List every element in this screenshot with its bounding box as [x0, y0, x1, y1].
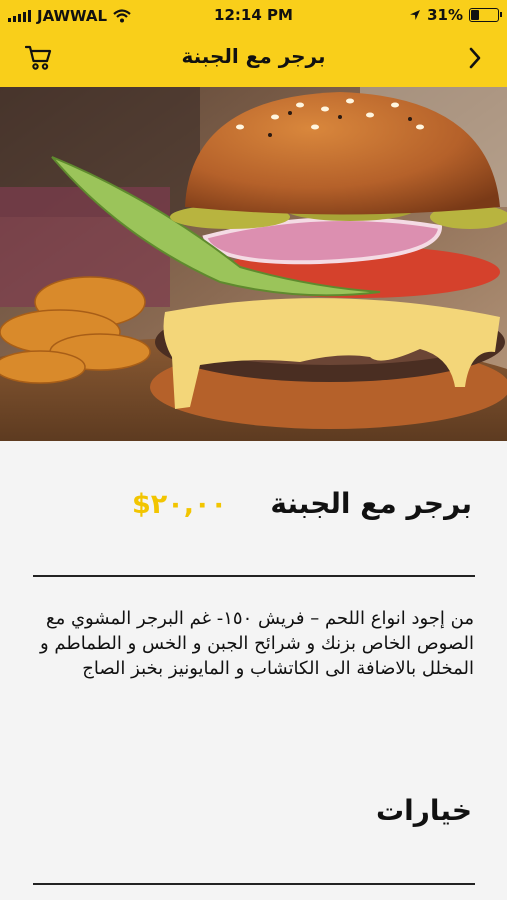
nav-bar: برجر مع الجبنة: [0, 30, 507, 87]
product-image: [0, 87, 507, 441]
cart-button[interactable]: [22, 42, 56, 74]
status-bar: JAWWAL 12:14 PM 31%: [0, 0, 507, 30]
product-description: من إجود انواع اللحم – فريش ١٥٠- غم البرج…: [40, 608, 474, 679]
cart-icon: [25, 45, 52, 70]
product-name: برجر مع الجبنة: [270, 487, 472, 520]
battery-percent: 31%: [427, 6, 463, 24]
top-bar: JAWWAL 12:14 PM 31% برجر مع الجبنة: [0, 0, 507, 87]
page-title: برجر مع الجبنة: [181, 44, 326, 68]
location-icon: [410, 10, 421, 20]
status-right: 31%: [409, 6, 502, 24]
divider: [33, 575, 475, 577]
divider: [33, 883, 475, 885]
battery-level: [471, 10, 480, 20]
options-heading: خيارات: [376, 794, 472, 827]
chevron-right-icon: [469, 47, 481, 69]
battery-icon: [469, 8, 502, 22]
product-price: ٢٠,٠٠$: [132, 489, 227, 520]
back-button[interactable]: [461, 42, 489, 74]
product-details: برجر مع الجبنة ٢٠,٠٠$ من إجود انواع اللح…: [0, 441, 507, 900]
